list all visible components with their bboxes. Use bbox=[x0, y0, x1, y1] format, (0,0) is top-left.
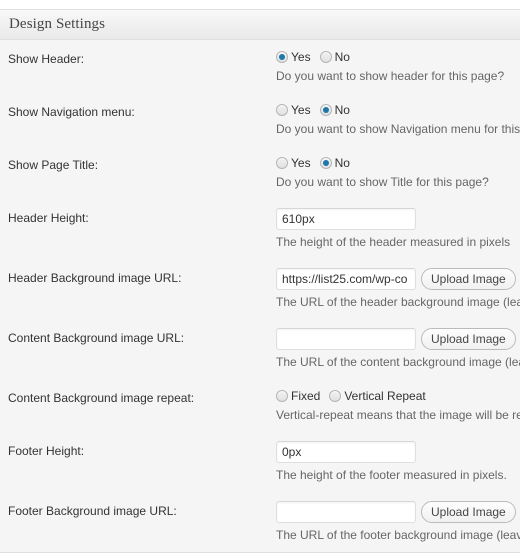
setting-label-text: Show Header: bbox=[8, 52, 85, 66]
radio-group-content-background-image-repeat: Fixed Vertical Repeat bbox=[276, 388, 520, 403]
radio-label-show-page-title-0[interactable]: Yes bbox=[291, 156, 311, 170]
radio-label-content-background-image-repeat-1[interactable]: Vertical Repeat bbox=[344, 389, 425, 403]
setting-label-show-navigation-menu: Show Navigation menu: bbox=[0, 93, 276, 146]
setting-description-content-background-image-url: The URL of the content background image … bbox=[276, 355, 520, 369]
radio-group-show-navigation-menu: Yes No bbox=[276, 102, 520, 117]
field-group-footer-background-image-url: Upload Image bbox=[276, 501, 520, 523]
setting-description-show-header: Do you want to show header for this page… bbox=[276, 69, 505, 83]
radio-show-page-title-0[interactable] bbox=[276, 156, 288, 169]
design-settings-panel: Design Settings Show Header: Yes No Do you … bbox=[0, 9, 520, 553]
radio-show-page-title-1[interactable] bbox=[319, 156, 332, 169]
setting-label-text: Footer Background image URL: bbox=[8, 504, 177, 518]
page-title: Design Settings bbox=[9, 16, 106, 32]
input-footer-background-image-url[interactable] bbox=[276, 501, 416, 523]
radio-show-header-0[interactable] bbox=[276, 50, 288, 63]
setting-control-footer-height: The height of the footer measured in pix… bbox=[276, 432, 520, 492]
radio-label-content-background-image-repeat-0[interactable]: Fixed bbox=[291, 389, 320, 403]
radio-group-show-header: Yes No bbox=[276, 49, 520, 64]
settings-row: Content Background image URL: Upload Imag… bbox=[0, 319, 520, 379]
setting-label-header-height: Header Height: bbox=[0, 199, 276, 259]
input-header-background-image-url[interactable] bbox=[276, 268, 416, 290]
field-group-footer-height bbox=[276, 441, 520, 463]
input-footer-height[interactable] bbox=[276, 441, 416, 463]
setting-label-content-background-image-repeat: Content Background image repeat: bbox=[0, 379, 276, 432]
upload-image-button-content-background-image-url[interactable]: Upload Image bbox=[421, 328, 516, 350]
setting-control-footer-background-image-url: Upload Image The URL of the footer backgr… bbox=[276, 492, 520, 552]
radio-content-background-image-repeat-1[interactable] bbox=[329, 389, 342, 402]
settings-form-table: Show Header: Yes No Do you want to show hea… bbox=[0, 40, 520, 552]
radio-label-show-page-title-1[interactable]: No bbox=[335, 156, 350, 170]
radio-label-show-navigation-menu-1[interactable]: No bbox=[335, 103, 350, 117]
upload-image-button-header-background-image-url[interactable]: Upload Image bbox=[421, 268, 516, 290]
setting-description-header-background-image-url: The URL of the header background image (… bbox=[276, 295, 520, 309]
setting-label-footer-background-image-url: Footer Background image URL: bbox=[0, 492, 276, 552]
setting-control-show-header: Yes No Do you want to show header for this… bbox=[276, 40, 520, 93]
setting-label-text: Header Background image URL: bbox=[8, 271, 182, 285]
setting-label-show-page-title: Show Page Title: bbox=[0, 146, 276, 199]
setting-label-text: Header Height: bbox=[8, 211, 89, 225]
setting-label-show-header: Show Header: bbox=[0, 40, 276, 93]
settings-row: Header Height: The height of the header m… bbox=[0, 199, 520, 259]
upload-image-button-footer-background-image-url[interactable]: Upload Image bbox=[421, 501, 516, 523]
radio-content-background-image-repeat-0[interactable] bbox=[276, 389, 288, 402]
field-group-header-background-image-url: Upload Image bbox=[276, 268, 520, 290]
setting-label-text: Footer Height: bbox=[8, 444, 85, 458]
radio-show-navigation-menu-0[interactable] bbox=[276, 103, 288, 116]
setting-control-header-background-image-url: Upload Image The URL of the header backgr… bbox=[276, 259, 520, 319]
radio-label-show-header-0[interactable]: Yes bbox=[291, 50, 311, 64]
setting-control-content-background-image-repeat: Fixed Vertical Repeat Vertical-repeat mean… bbox=[276, 379, 520, 432]
radio-label-show-header-1[interactable]: No bbox=[335, 50, 350, 64]
setting-label-text: Show Navigation menu: bbox=[8, 105, 135, 119]
settings-row: Header Background image URL: Upload Image… bbox=[0, 259, 520, 319]
field-group-content-background-image-url: Upload Image bbox=[276, 328, 520, 350]
radio-label-show-navigation-menu-0[interactable]: Yes bbox=[291, 103, 311, 117]
setting-label-header-background-image-url: Header Background image URL: bbox=[0, 259, 276, 319]
radio-group-show-page-title: Yes No bbox=[276, 155, 520, 170]
panel-header: Design Settings bbox=[0, 10, 520, 40]
setting-label-text: Show Page Title: bbox=[8, 158, 99, 172]
setting-control-content-background-image-url: Upload Image The URL of the content backg… bbox=[276, 319, 520, 379]
input-header-height[interactable] bbox=[276, 208, 416, 230]
setting-control-show-page-title: Yes No Do you want to show Title for this … bbox=[276, 146, 520, 199]
settings-row: Show Header: Yes No Do you want to show hea… bbox=[0, 40, 520, 93]
setting-control-show-navigation-menu: Yes No Do you want to show Navigation menu… bbox=[276, 93, 520, 146]
settings-row: Show Page Title: Yes No Do you want to show… bbox=[0, 146, 520, 199]
setting-label-content-background-image-url: Content Background image URL: bbox=[0, 319, 276, 379]
settings-row: Footer Height: The height of the footer m… bbox=[0, 432, 520, 492]
settings-row: Show Navigation menu: Yes No Do you want to… bbox=[0, 93, 520, 146]
setting-description-content-background-image-repeat: Vertical-repeat means that the image wil… bbox=[276, 408, 520, 422]
settings-row: Footer Background image URL: Upload Image… bbox=[0, 492, 520, 552]
panel-body: Show Header: Yes No Do you want to show hea… bbox=[0, 40, 520, 552]
radio-show-header-1[interactable] bbox=[319, 50, 332, 63]
setting-description-footer-background-image-url: The URL of the footer background image (… bbox=[276, 528, 520, 542]
input-content-background-image-url[interactable] bbox=[276, 328, 416, 350]
setting-description-header-height: The height of the header measured in pix… bbox=[276, 235, 511, 249]
setting-description-footer-height: The height of the footer measured in pix… bbox=[276, 468, 507, 482]
field-group-header-height bbox=[276, 208, 520, 230]
setting-label-text: Content Background image repeat: bbox=[8, 391, 195, 405]
setting-label-footer-height: Footer Height: bbox=[0, 432, 276, 492]
setting-label-text: Content Background image URL: bbox=[8, 331, 185, 345]
setting-control-header-height: The height of the header measured in pix… bbox=[276, 199, 520, 259]
setting-description-show-navigation-menu: Do you want to show Navigation menu for … bbox=[276, 122, 520, 136]
settings-row: Content Background image repeat: Fixed Ver… bbox=[0, 379, 520, 432]
setting-description-show-page-title: Do you want to show Title for this page? bbox=[276, 175, 489, 189]
radio-show-navigation-menu-1[interactable] bbox=[319, 103, 332, 116]
